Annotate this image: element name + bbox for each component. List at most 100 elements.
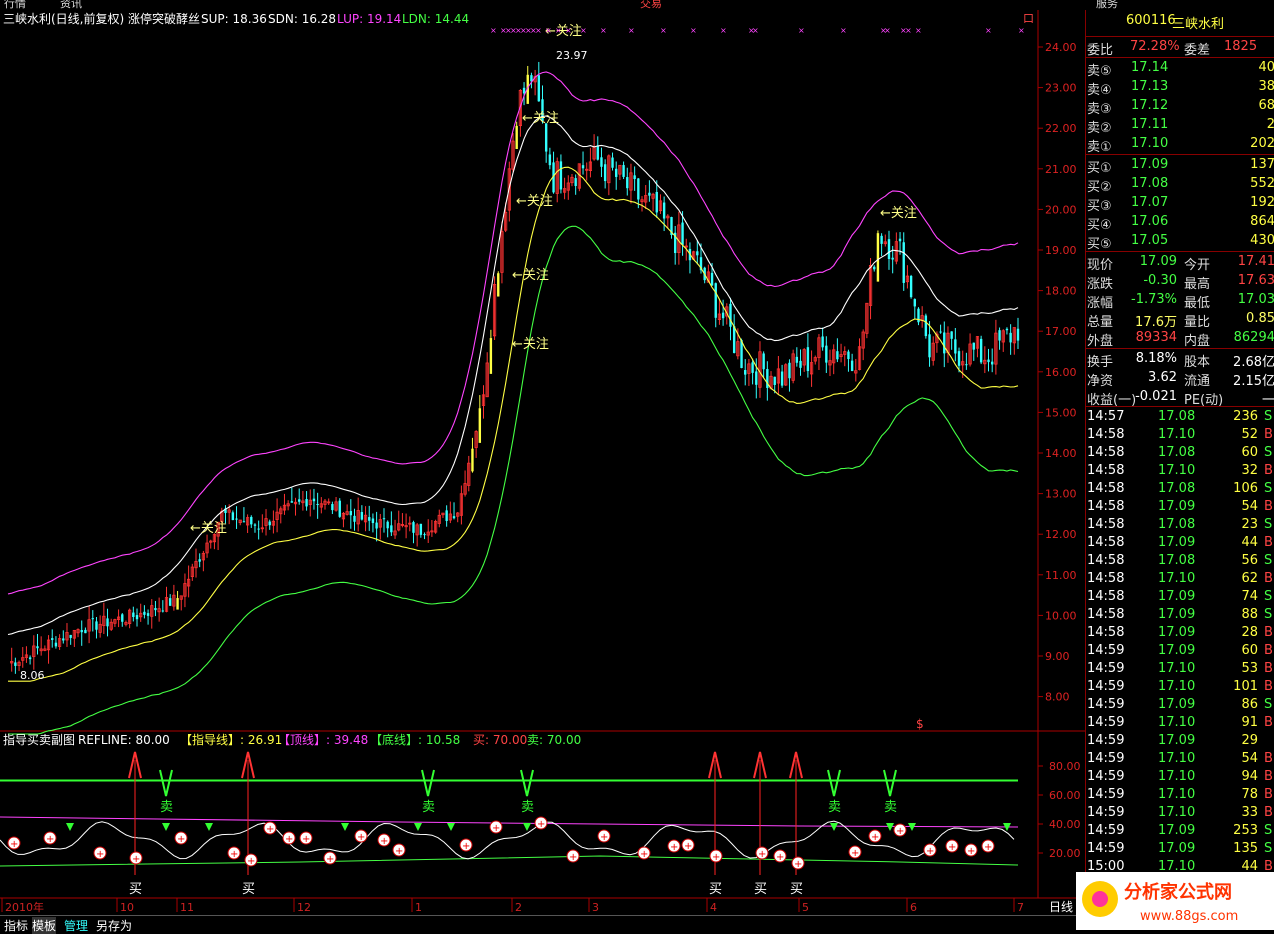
bid-row: 买⑤ 17.05 430 bbox=[1086, 232, 1274, 252]
buy-point-plus: + bbox=[670, 842, 678, 853]
stat-row: 涨跌 -0.30 最高 17.63 bbox=[1086, 272, 1274, 292]
value: -0.021 bbox=[1135, 389, 1177, 404]
candle-body bbox=[913, 299, 916, 307]
value: 89334 bbox=[1135, 330, 1177, 345]
sub-sell-level: 卖: 70.00 bbox=[527, 733, 581, 747]
sell-arrow-icon bbox=[883, 769, 897, 797]
corner-marker[interactable]: 口 bbox=[1023, 12, 1034, 25]
candle-body bbox=[290, 501, 294, 503]
price: 17.09 bbox=[1131, 157, 1169, 172]
tick-direction: B bbox=[1264, 571, 1273, 586]
tick-row: 14:59 17.10 91 B bbox=[1086, 714, 1274, 733]
annot-low: 8.06 bbox=[20, 669, 45, 682]
legend-ldn: LDN: 14.44 bbox=[402, 12, 469, 26]
buy-label: 买 bbox=[754, 882, 767, 897]
tick-volume: 86 bbox=[1241, 697, 1258, 712]
tick-row: 14:58 17.09 28 B bbox=[1086, 624, 1274, 643]
tick-row: 14:59 17.10 33 B bbox=[1086, 804, 1274, 823]
label: 今开 bbox=[1184, 258, 1211, 273]
tab-template[interactable]: 模板 bbox=[32, 917, 57, 934]
tick-row: 14:58 17.08 60 S bbox=[1086, 444, 1274, 463]
tick-time: 14:59 bbox=[1087, 661, 1125, 676]
buy-point-plus: + bbox=[462, 841, 470, 852]
buy-point-plus: + bbox=[776, 852, 784, 863]
y-tick-label: 23.00 bbox=[1045, 82, 1077, 95]
candle-body bbox=[257, 528, 260, 530]
candle-body bbox=[611, 157, 614, 168]
sell-point-icon bbox=[66, 823, 74, 831]
divider bbox=[1086, 154, 1274, 155]
signal-cross: × bbox=[535, 26, 542, 35]
tab-save-as[interactable]: 另存为 bbox=[96, 917, 132, 934]
tick-time: 14:58 bbox=[1087, 463, 1125, 478]
label: 买② bbox=[1087, 180, 1112, 195]
candle-body bbox=[84, 629, 87, 634]
sell-label: 卖 bbox=[422, 800, 435, 815]
tick-volume: 94 bbox=[1241, 769, 1258, 784]
candle-body bbox=[596, 145, 599, 160]
sell-point-icon bbox=[447, 823, 455, 831]
label: 涨跌 bbox=[1087, 277, 1114, 292]
watch-annotation: ←关注 bbox=[522, 111, 559, 126]
tick-row: 14:58 17.10 62 B bbox=[1086, 570, 1274, 589]
tick-price: 17.08 bbox=[1158, 409, 1196, 424]
sell-point-icon bbox=[830, 823, 838, 831]
tick-direction: S bbox=[1264, 841, 1273, 856]
tick-price: 17.10 bbox=[1158, 661, 1196, 676]
tick-price: 17.10 bbox=[1158, 769, 1196, 784]
candle-body bbox=[268, 521, 271, 526]
ask-row: 卖② 17.11 2 bbox=[1086, 116, 1274, 136]
stat-row: 总量 17.6万 量比 0.85 bbox=[1086, 310, 1274, 330]
candle-body bbox=[478, 408, 482, 443]
candle-body bbox=[928, 334, 931, 358]
tick-row: 14:59 17.09 135 S bbox=[1086, 840, 1274, 859]
candle-body bbox=[655, 191, 658, 213]
label: 净资 bbox=[1087, 374, 1114, 389]
candle-body bbox=[880, 235, 883, 244]
tick-row: 14:58 17.08 23 S bbox=[1086, 516, 1274, 535]
stat-row: 现价 17.09 今开 17.41 bbox=[1086, 253, 1274, 273]
y-tick-label: 11.00 bbox=[1045, 569, 1077, 582]
sub-guide-value: 【指导线】: 26.91 bbox=[180, 732, 282, 747]
tick-time: 14:59 bbox=[1087, 697, 1125, 712]
tick-time: 14:59 bbox=[1087, 787, 1125, 802]
tick-price: 17.09 bbox=[1158, 823, 1196, 838]
y-tick-label: 21.00 bbox=[1045, 163, 1077, 176]
tab-manage[interactable]: 管理 bbox=[64, 917, 88, 934]
candle-body bbox=[581, 165, 585, 169]
candle-body bbox=[242, 521, 246, 523]
y-tick-label: 17.00 bbox=[1045, 325, 1077, 338]
sub-top-value: 【顶线】: 39.48 bbox=[278, 733, 368, 747]
tick-row: 14:59 17.10 78 B bbox=[1086, 786, 1274, 805]
y-tick-label: 22.00 bbox=[1045, 122, 1077, 135]
tick-price: 17.08 bbox=[1158, 553, 1196, 568]
tick-row: 14:59 17.10 94 B bbox=[1086, 768, 1274, 787]
signal-cross: × bbox=[600, 26, 607, 35]
y-tick-label: 14.00 bbox=[1045, 447, 1077, 460]
candle-body bbox=[954, 339, 957, 354]
candle-body bbox=[423, 534, 426, 536]
tab-indicator[interactable]: 指标 bbox=[4, 917, 28, 934]
value: 3.62 bbox=[1148, 370, 1177, 385]
sub-bottom-value: 【底线】: 10.58 bbox=[370, 732, 460, 747]
candle-body bbox=[198, 559, 201, 562]
y-tick-label: 24.00 bbox=[1045, 41, 1077, 54]
sell-point-icon bbox=[162, 823, 170, 831]
tick-row: 14:59 17.10 53 B bbox=[1086, 660, 1274, 679]
label: 委比 bbox=[1087, 43, 1114, 58]
label: 买③ bbox=[1087, 199, 1112, 214]
candle-body bbox=[965, 364, 968, 366]
period-label[interactable]: 日线 bbox=[1049, 900, 1073, 914]
tick-volume: 101 bbox=[1233, 679, 1258, 694]
divider bbox=[1086, 406, 1274, 407]
candle-body bbox=[28, 657, 32, 660]
signal-cross: × bbox=[555, 26, 562, 35]
buy-point-plus: + bbox=[640, 849, 648, 860]
tick-volume: 60 bbox=[1241, 445, 1258, 460]
menu-item[interactable]: 服务 bbox=[1096, 0, 1118, 11]
chart-area[interactable]: ←关注←关注←关注←关注←关注←关注←关注× ×××××××× × × × × × × × × × ×… bbox=[0, 0, 1085, 915]
tick-price: 17.08 bbox=[1158, 445, 1196, 460]
tick-volume: 56 bbox=[1241, 553, 1258, 568]
candle-body bbox=[305, 499, 308, 507]
y-tick-label: 15.00 bbox=[1045, 406, 1077, 419]
